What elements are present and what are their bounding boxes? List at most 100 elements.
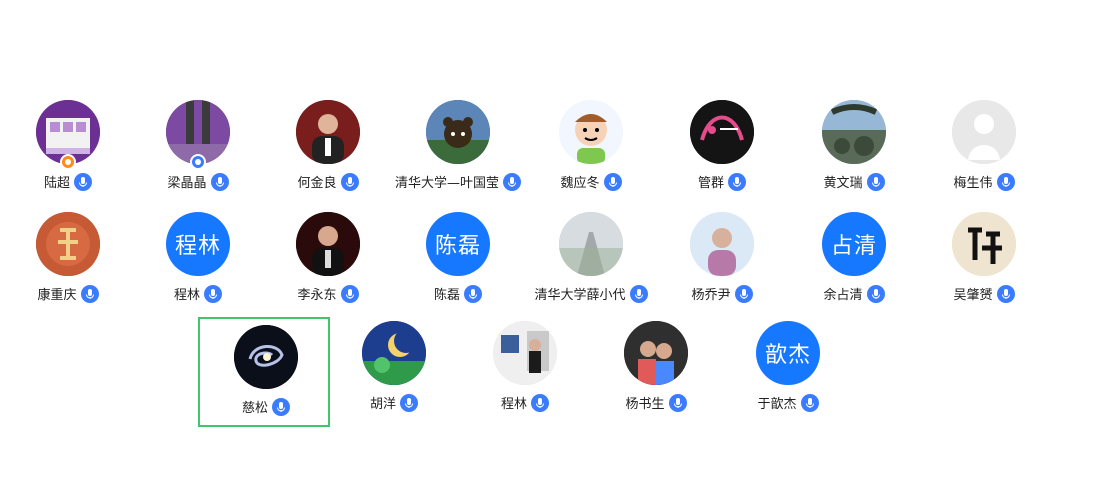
person-photo-icon	[690, 212, 754, 276]
participant-label: 杨书生	[590, 393, 722, 412]
avatar	[690, 212, 754, 276]
participant-label: 梅生伟	[918, 172, 1050, 191]
mic-icon[interactable]	[531, 393, 549, 412]
avatar	[36, 212, 100, 276]
participant-tile[interactable]: 清华大学薛小代	[525, 212, 657, 320]
participant-tile[interactable]: 李永东	[262, 212, 394, 320]
mic-icon[interactable]	[503, 172, 521, 191]
participant-name: 余占清	[823, 288, 863, 303]
participant-name: 慈松	[241, 401, 268, 416]
bear-photo-icon	[426, 100, 490, 164]
mic-icon[interactable]	[728, 172, 746, 191]
text-avatar: 占清	[822, 212, 886, 276]
avatar	[952, 100, 1016, 164]
person-photo-icon	[296, 212, 360, 276]
participant-label: 黄文瑞	[788, 172, 920, 191]
cartoon-avatar-icon	[559, 100, 623, 164]
participant-label: 陆超	[2, 172, 134, 191]
participant-name: 清华大学—叶国莹	[394, 176, 499, 191]
participant-name: 梅生伟	[953, 176, 993, 191]
mic-icon[interactable]	[464, 284, 482, 303]
mic-icon[interactable]	[204, 284, 222, 303]
participant-name: 李永东	[297, 288, 337, 303]
avatar-text: 陈磊	[434, 234, 481, 259]
participant-tile[interactable]: 魏应冬	[525, 100, 657, 208]
default-user-icon	[952, 100, 1016, 164]
mic-icon[interactable]	[800, 393, 819, 412]
participant-label: 胡洋	[328, 393, 460, 412]
participant-name: 何金良	[297, 176, 337, 191]
mic-icon[interactable]	[272, 397, 290, 416]
participant-tile[interactable]: 梁晶晶	[132, 100, 264, 208]
participant-label: 杨乔尹	[656, 284, 788, 303]
participant-label: 梁晶晶	[132, 172, 264, 191]
participant-name: 魏应冬	[560, 176, 600, 191]
mic-icon[interactable]	[340, 284, 359, 303]
mic-icon[interactable]	[340, 172, 359, 191]
galaxy-photo-icon	[234, 325, 298, 389]
calligraphy-image-icon	[36, 212, 100, 276]
participant-tile[interactable]: 管群	[656, 100, 788, 208]
mic-icon[interactable]	[866, 284, 885, 303]
avatar	[296, 212, 360, 276]
participant-tile[interactable]: 程林	[459, 321, 591, 429]
participant-label: 于歆杰	[722, 393, 854, 412]
participant-tile[interactable]: 吴肇赟	[918, 212, 1050, 320]
participant-tile[interactable]: 康重庆	[2, 212, 134, 320]
text-avatar: 程林	[166, 212, 230, 276]
participant-label: 管群	[656, 172, 788, 191]
participant-label: 魏应冬	[525, 172, 657, 191]
participant-name: 清华大学薛小代	[534, 288, 626, 303]
mic-icon[interactable]	[866, 172, 885, 191]
participant-label: 程林	[459, 393, 591, 412]
participant-tile-selected[interactable]: 慈松	[198, 317, 330, 427]
participant-tile[interactable]: 清华大学—叶国莹	[392, 100, 524, 208]
participant-tile[interactable]: 陆超	[2, 100, 134, 208]
participant-tile[interactable]: 杨乔尹	[656, 212, 788, 320]
avatar	[822, 100, 886, 164]
cohost-badge	[190, 154, 206, 170]
participant-name: 管群	[697, 176, 724, 191]
mic-icon[interactable]	[668, 393, 687, 412]
participant-name: 康重庆	[37, 288, 77, 303]
avatar	[559, 100, 623, 164]
avatar	[493, 321, 557, 385]
participant-tile[interactable]: 歆杰 于歆杰	[722, 321, 854, 429]
mic-icon[interactable]	[210, 172, 229, 191]
participant-tile[interactable]: 杨书生	[590, 321, 722, 429]
avatar	[362, 321, 426, 385]
avatar-text: 程林	[174, 234, 221, 259]
mic-icon[interactable]	[603, 172, 622, 191]
participant-label: 何金良	[262, 172, 394, 191]
avatar	[624, 321, 688, 385]
mic-icon[interactable]	[996, 172, 1015, 191]
participant-tile[interactable]: 程林 程林	[132, 212, 264, 320]
office-photo-icon	[493, 321, 557, 385]
participant-tile[interactable]: 占清 余占清	[788, 212, 920, 320]
participant-label: 李永东	[262, 284, 394, 303]
text-avatar: 歆杰	[756, 321, 820, 385]
participant-label: 吴肇赟	[918, 284, 1050, 303]
participant-name: 黄文瑞	[823, 176, 863, 191]
coast-photo-icon	[822, 100, 886, 164]
participant-tile[interactable]: 黄文瑞	[788, 100, 920, 208]
participant-name: 杨乔尹	[691, 288, 731, 303]
participant-tile[interactable]: 胡洋	[328, 321, 460, 429]
participant-name: 于歆杰	[757, 397, 797, 412]
participant-tile[interactable]: 陈磊 陈磊	[392, 212, 524, 320]
mic-icon[interactable]	[400, 393, 418, 412]
avatar-text: 歆杰	[764, 343, 811, 368]
participant-tile[interactable]: 梅生伟	[918, 100, 1050, 208]
mic-icon[interactable]	[629, 284, 648, 303]
mic-icon[interactable]	[80, 284, 99, 303]
mic-icon[interactable]	[74, 172, 92, 191]
participant-name: 胡洋	[369, 397, 396, 412]
avatar	[234, 325, 298, 389]
avatar-text: 占清	[830, 234, 877, 259]
calligraphy-image-icon	[952, 212, 1016, 276]
participant-tile[interactable]: 何金良	[262, 100, 394, 208]
mic-icon[interactable]	[996, 284, 1015, 303]
mic-icon[interactable]	[734, 284, 753, 303]
participant-label: 慈松	[200, 397, 332, 416]
participant-label: 程林	[132, 284, 264, 303]
